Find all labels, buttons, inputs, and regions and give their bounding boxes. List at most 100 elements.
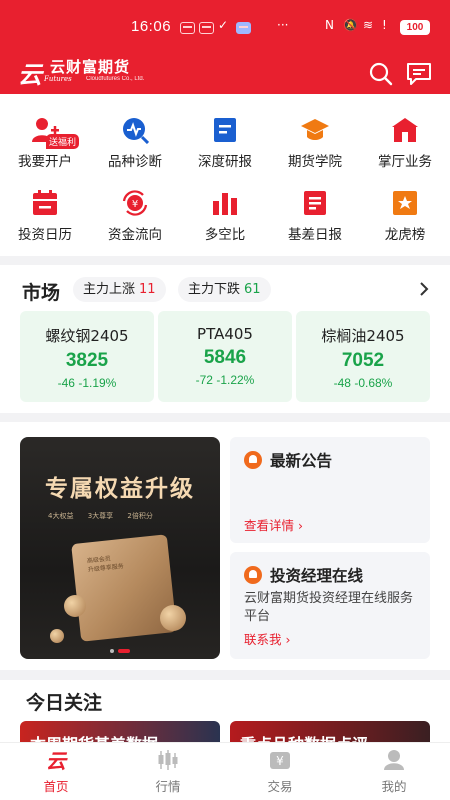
calendar-icon [31,189,59,217]
contract-name: 螺纹钢2405 [45,327,129,345]
svg-text:云: 云 [46,749,68,772]
market-card[interactable]: 棕榈油2405 7052 -48 -0.68% [296,311,430,402]
bell-icon [244,451,262,469]
carousel-dot-active [118,649,130,653]
market-card[interactable]: 螺纹钢2405 3825 -46 -1.19% [20,311,154,402]
quick-item-label: 多空比 [204,227,246,243]
notice-detail-link[interactable]: 查看详情 › [244,515,303,534]
notice-detail-text: 查看详情 [244,518,295,533]
tab-profile[interactable]: 我的 [338,743,450,800]
graduation-cap-icon [301,116,329,144]
quick-item-label: 龙虎榜 [384,227,426,243]
candlestick-icon [156,748,180,772]
quick-item-academy[interactable]: 期货学院 [270,116,360,170]
carousel-dot [110,649,114,653]
quick-item-ranking[interactable]: 龙虎榜 [360,189,450,243]
contract-price: 5846 [203,347,247,368]
status-bar: 16:06 ✓ ··· N 🔕 ≋ ! 100 [0,14,450,42]
notice-title-text: 最新公告 [270,452,333,470]
tab-label: 行情 [155,779,181,794]
tab-quotes[interactable]: 行情 [112,743,224,800]
search-icon [369,62,393,86]
quick-item-research[interactable]: 深度研报 [180,116,270,170]
diagnosis-icon [121,116,150,145]
message-icon [407,63,431,85]
coin-image [50,629,64,643]
profile-icon [382,748,406,772]
tab-label: 交易 [267,779,293,794]
quick-item-basis-daily[interactable]: 基差日报 [270,189,360,243]
tab-label: 首页 [43,779,69,794]
contract-change: -46 -1.19% [57,376,117,390]
quick-item-label: 基差日报 [288,227,342,243]
main-up-filter[interactable]: 主力上涨 11 [73,277,166,302]
brand-name: 云财富期货 [50,58,131,76]
tab-home[interactable]: 云 首页 [0,743,112,800]
main-up-label: 主力上涨 [83,282,136,297]
notification-icon [180,22,195,34]
manager-title: 投资经理在线 [244,564,363,586]
quick-item-long-short[interactable]: 多空比 [180,189,270,243]
welfare-badge: 送福利 [46,134,80,149]
today-title: 今日关注 [26,692,103,714]
contact-me-link[interactable]: 联系我 › [244,629,291,648]
tab-trade[interactable]: ¥ 交易 [224,743,336,800]
banner-tags: 4大权益 3大尊享 2倍积分 [48,511,218,521]
status-time: 16:06 [131,18,172,35]
quick-item-label: 掌厅业务 [378,154,432,170]
main-down-filter[interactable]: 主力下跌 61 [178,277,271,302]
manager-description: 云财富期货投资经理在线服务平台 [244,591,414,624]
latest-notice-card[interactable]: 最新公告 查看详情 › [230,437,430,543]
market-more-button[interactable] [418,280,430,298]
message-button[interactable] [406,62,432,86]
contract-name: 棕榈油2405 [321,327,405,345]
main-down-count: 61 [244,282,261,297]
quick-item-label: 品种诊断 [108,154,162,170]
bar-chart-icon [211,189,239,217]
daily-report-icon [301,189,329,217]
market-card[interactable]: PTA405 5846 -72 -1.22% [158,311,292,402]
search-button[interactable] [368,62,394,86]
contract-price: 3825 [65,350,109,371]
brand-sub-italic: Futures [44,75,72,83]
main-down-label: 主力下跌 [188,282,241,297]
contract-change: -48 -0.68% [333,376,393,390]
contract-name: PTA405 [197,325,253,343]
contact-me-text: 联系我 [244,632,282,647]
bottom-tab-bar: 云 首页 行情 ¥ 交易 我的 [0,742,450,800]
banner-tag: 4大权益 [48,512,74,520]
manager-online-card[interactable]: 投资经理在线 云财富期货投资经理在线服务平台 联系我 › [230,552,430,659]
banner-tag: 3大尊享 [87,512,114,520]
contract-price: 7052 [341,350,385,371]
membership-card-image: 高级会员 升级尊享服务 [71,534,177,642]
app-header: 16:06 ✓ ··· N 🔕 ≋ ! 100 云 云财富期货 Futures … [0,0,450,94]
nfc-icon: N [325,18,334,32]
promo-banner[interactable]: 专属权益升级 4大权益 3大尊享 2倍积分 高级会员 升级尊享服务 [20,437,220,659]
quick-item-calendar[interactable]: 投资日历 [0,189,90,243]
quick-item-diagnosis[interactable]: 品种诊断 [90,116,180,170]
coin-image [64,595,86,617]
svg-text:¥: ¥ [276,754,284,768]
fund-flow-icon: ¥ [121,189,149,217]
quick-item-open-account[interactable]: 送福利 我要开户 [0,116,90,170]
alert-icon: ! [382,18,387,32]
bell-icon [244,566,262,584]
quick-item-label: 我要开户 [18,154,72,170]
manager-title-text: 投资经理在线 [270,567,364,585]
wifi-icon: ≋ [363,18,374,32]
quick-item-label: 投资日历 [18,227,72,243]
quick-item-hall[interactable]: 掌厅业务 [360,116,450,170]
mute-icon: 🔕 [343,18,358,32]
quick-menu: 送福利 我要开户 品种诊断 深度研报 期货学院 掌厅业务 投资日历 ¥ 资金流向… [0,94,450,256]
more-notifications-icon: ··· [277,18,289,32]
quick-item-label: 期货学院 [288,154,342,170]
notice-title: 最新公告 [244,449,332,471]
home-icon: 云 [44,748,68,773]
app-notification-icon: ✓ [218,18,229,32]
app-notification-icon [236,22,251,34]
svg-text:¥: ¥ [132,199,138,210]
ranking-icon [391,189,419,217]
main-up-count: 11 [139,282,156,297]
notification-icon [199,22,214,34]
quick-item-fund-flow[interactable]: ¥ 资金流向 [90,189,180,243]
